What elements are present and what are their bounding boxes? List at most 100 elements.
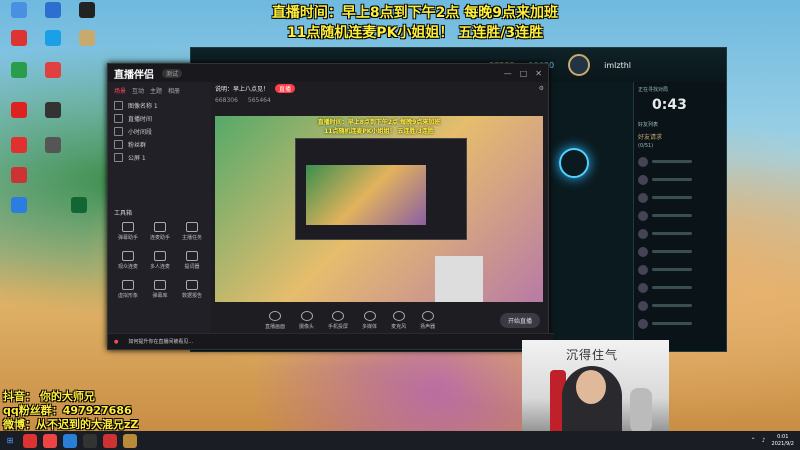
tab-scene[interactable]: 场景 xyxy=(114,86,126,95)
scene-item[interactable]: 小时间段 xyxy=(108,125,211,138)
audience-icon xyxy=(122,251,134,261)
status-notice[interactable]: 如何提升你在直播间被看见... xyxy=(128,338,193,345)
schedule-banner: 直播时间：早上8点到下午2点 每晚9点来加班 11点随机连麦PK小姐姐！ 五连胜… xyxy=(250,3,580,43)
btn-media[interactable]: 多媒体 xyxy=(362,310,377,330)
nested-canvas xyxy=(306,165,426,225)
friend-item[interactable] xyxy=(638,280,722,295)
scene-sidebar: 场景 互动 主题 相册 图像名称 1 直播时间 小时间段 粉丝群 公屏 1 工具… xyxy=(108,82,211,334)
live-app-window[interactable]: 直播伴侣 测试 — □ ✕ 场景 互动 主题 相册 图像名称 1 直播时间 小时… xyxy=(107,63,554,350)
tool-audience-mic[interactable]: 观众连麦 xyxy=(112,251,144,270)
clock[interactable]: 0:01 2021/9/2 xyxy=(772,434,794,448)
settings-icon[interactable]: ⚙ xyxy=(539,85,544,92)
desktop-icon[interactable] xyxy=(36,137,70,154)
friend-item[interactable] xyxy=(638,298,722,313)
desktop-icon[interactable] xyxy=(70,2,104,19)
desktop-wallpaper: 直播时间：早上8点到下午2点 每晚9点来加班 11点随机连麦PK小姐姐！ 五连胜… xyxy=(0,0,800,450)
desktop-icon[interactable] xyxy=(36,62,70,79)
desktop-icon[interactable] xyxy=(2,62,36,79)
prompter-icon xyxy=(186,251,198,261)
taskbar-app-icon[interactable] xyxy=(123,433,137,448)
friend-requests-label[interactable]: 好友请求 xyxy=(634,132,726,141)
tab-theme[interactable]: 主题 xyxy=(150,86,162,95)
desktop-icon[interactable] xyxy=(70,30,104,47)
live-tag: 直播 xyxy=(275,84,296,93)
friend-item[interactable] xyxy=(638,154,722,169)
avatar-icon xyxy=(122,280,134,290)
friend-item[interactable] xyxy=(638,262,722,277)
tool-multi-mic[interactable]: 多人连麦 xyxy=(144,251,176,270)
start-live-button[interactable]: 开始直播 xyxy=(499,312,540,328)
btn-phone-cast[interactable]: 手机投屏 xyxy=(328,310,348,330)
douyin-id: 抖音： 你的大师兄 xyxy=(3,390,95,403)
preview-banner-line-1: 直播时间：早上8点到下午2点 每晚9点来加班 xyxy=(317,119,441,126)
room-title[interactable]: 说明：早上八点见！ xyxy=(215,84,269,93)
task-icon xyxy=(186,222,198,232)
tab-album[interactable]: 相册 xyxy=(168,86,180,95)
btn-screen[interactable]: 直播画面 xyxy=(265,310,285,330)
queue-status-label: 正在寻找对局 xyxy=(638,87,669,93)
btn-camera[interactable]: 摄像头 xyxy=(299,310,314,330)
app-titlebar: 直播伴侣 测试 — □ ✕ xyxy=(108,64,548,82)
profile-avatar[interactable] xyxy=(568,54,591,76)
preview-canvas[interactable]: 直播时间：早上8点到下午2点 每晚9点来加班 11点随机连麦PK小姐姐！ 五连胜… xyxy=(215,116,543,302)
taskbar-app-icon[interactable] xyxy=(63,433,77,448)
maximize-icon[interactable]: □ xyxy=(520,69,528,78)
system-tray: ⌃ ♪ 0:01 2021/9/2 xyxy=(751,434,800,448)
desktop-icon[interactable] xyxy=(2,197,36,214)
close-icon[interactable]: ✕ xyxy=(535,69,542,78)
monitor-icon xyxy=(269,310,281,321)
tool-avatar[interactable]: 虚拟形象 xyxy=(112,280,144,299)
toolbox-title: 工具箱 xyxy=(114,210,133,217)
desktop-icon[interactable] xyxy=(2,30,36,47)
taskbar-app-icon[interactable] xyxy=(23,433,37,448)
scene-item[interactable]: 公屏 1 xyxy=(108,151,211,164)
desktop-icon[interactable] xyxy=(36,102,70,119)
tool-task[interactable]: 主播任务 xyxy=(176,222,208,241)
notice-icon: ● xyxy=(114,338,119,345)
report-icon xyxy=(186,280,198,290)
scene-item[interactable]: 粉丝群 xyxy=(108,138,211,151)
friend-item[interactable] xyxy=(638,172,722,187)
summoner-name: imlzthl xyxy=(604,60,631,70)
desktop-icon[interactable] xyxy=(2,167,36,184)
friend-item[interactable] xyxy=(638,226,722,241)
status-bar: ● 如何提升你在直播间被看见... xyxy=(108,333,554,349)
tool-danmaku-lib[interactable]: 弹幕库 xyxy=(144,280,176,299)
tray-icon[interactable]: ⌃ xyxy=(751,437,756,444)
desktop-icon[interactable] xyxy=(62,197,96,214)
tool-prompter[interactable]: 提词器 xyxy=(176,251,208,270)
friends-panel: 正在寻找对局 0:43 好友列表 好友请求 (0/51) xyxy=(633,82,726,351)
multi-icon xyxy=(154,251,166,261)
friend-item[interactable] xyxy=(638,244,722,259)
preview-cam xyxy=(435,256,483,302)
btn-speaker[interactable]: 扬声器 xyxy=(420,310,435,330)
desktop-icon[interactable] xyxy=(2,137,36,154)
taskbar-app-icon[interactable] xyxy=(103,433,117,448)
scene-label: 小时间段 xyxy=(128,129,153,136)
preview-banner-line-2: 11点随机连麦PK小姐姐！ 五连胜/3连胜 xyxy=(324,128,434,135)
scene-label: 图像名称 1 xyxy=(128,103,158,110)
sidebar-tabs: 场景 互动 主题 相册 xyxy=(108,82,211,99)
speaker-icon xyxy=(421,310,434,321)
tool-danmaku[interactable]: 弹幕助手 xyxy=(112,222,144,241)
scene-item[interactable]: 直播时间 xyxy=(108,112,211,125)
friend-item[interactable] xyxy=(638,208,722,223)
scene-item[interactable]: 图像名称 1 xyxy=(108,99,211,112)
desktop-icon[interactable] xyxy=(36,2,70,19)
webcam-overlay: 沉得住气 xyxy=(522,340,669,437)
desktop-icon[interactable] xyxy=(36,30,70,47)
btn-mic[interactable]: 麦克风 xyxy=(391,310,406,330)
minimize-icon[interactable]: — xyxy=(504,69,512,78)
taskbar: ⊞ ⌃ ♪ 0:01 2021/9/2 xyxy=(0,431,800,450)
windows-start-icon[interactable]: ⊞ xyxy=(3,434,17,448)
desktop-icon[interactable] xyxy=(2,2,36,19)
taskbar-app-icon[interactable] xyxy=(43,433,57,448)
friend-item[interactable] xyxy=(638,316,722,331)
desktop-icon[interactable] xyxy=(2,102,36,119)
tool-report[interactable]: 数据报告 xyxy=(176,280,208,299)
volume-icon[interactable]: ♪ xyxy=(762,437,766,444)
taskbar-app-icon[interactable] xyxy=(83,433,97,448)
tab-interact[interactable]: 互动 xyxy=(132,86,144,95)
tool-link-mic[interactable]: 连麦助手 xyxy=(144,222,176,241)
friend-item[interactable] xyxy=(638,190,722,205)
